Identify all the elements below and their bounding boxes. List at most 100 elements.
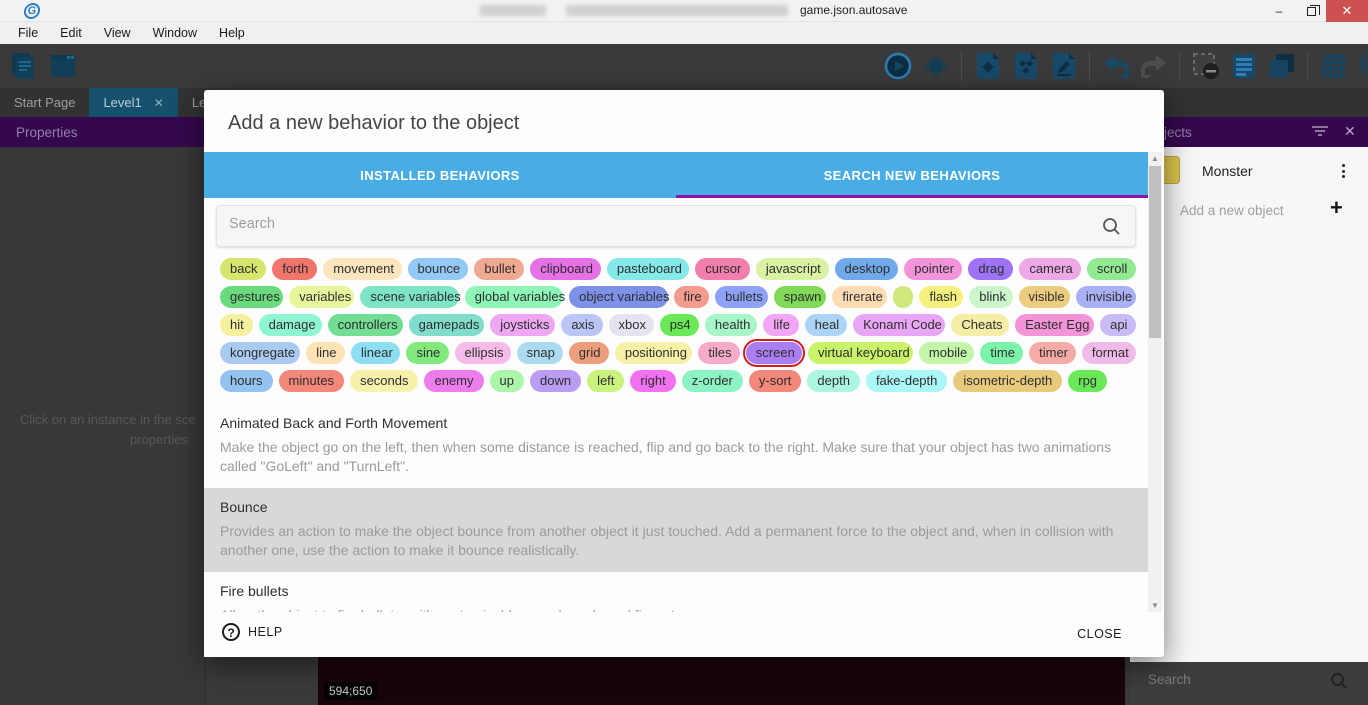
menu-file[interactable]: File (8, 24, 48, 42)
chip-joysticks[interactable]: joysticks (490, 314, 555, 336)
object-groups-editor-icon[interactable] (1010, 49, 1041, 82)
chip-bullet[interactable]: bullet (474, 258, 524, 280)
menu-edit[interactable]: Edit (50, 24, 92, 42)
chip-pasteboard[interactable]: pasteboard (607, 258, 689, 280)
menu-view[interactable]: View (94, 24, 141, 42)
behavior-item[interactable]: Animated Back and Forth MovementMake the… (204, 404, 1148, 488)
grid-icon[interactable] (1318, 49, 1349, 82)
object-list-item-monster[interactable]: Monster (1130, 152, 1368, 190)
tab-search-new-behaviors[interactable]: SEARCH NEW BEHAVIORS (676, 152, 1148, 198)
chip-controllers[interactable]: controllers (328, 314, 403, 336)
chip-grid[interactable]: grid (569, 342, 609, 364)
chip-axis[interactable]: axis (561, 314, 602, 336)
objects-search-input[interactable] (1148, 672, 1308, 687)
menu-help[interactable]: Help (209, 24, 255, 42)
chip-right[interactable]: right (630, 370, 675, 392)
instances-list-icon[interactable] (1228, 49, 1259, 82)
chip-flash[interactable]: flash (919, 286, 963, 308)
close-dialog-button[interactable]: CLOSE (1077, 627, 1122, 641)
chip-movement[interactable]: movement (323, 258, 401, 280)
chip-virtual-keyboard[interactable]: virtual keyboard (808, 342, 913, 364)
zoom-actual-icon[interactable]: 1:1 (1356, 49, 1368, 82)
chip-global-variables[interactable]: global variables (465, 286, 563, 308)
chip-left[interactable]: left (587, 370, 624, 392)
chip-pointer[interactable]: pointer (904, 258, 962, 280)
chip-bounce[interactable]: bounce (408, 258, 469, 280)
chip-back[interactable]: back (220, 258, 266, 280)
chip-mobile[interactable]: mobile (919, 342, 974, 364)
chip-visible[interactable]: visible (1019, 286, 1070, 308)
chip-ps4[interactable]: ps4 (660, 314, 699, 336)
behavior-list[interactable]: Animated Back and Forth MovementMake the… (204, 404, 1148, 612)
chip-fire[interactable]: fire (674, 286, 710, 308)
scrollbar-down-icon[interactable]: ▼ (1148, 599, 1162, 612)
chip-ellipsis[interactable]: ellipsis (455, 342, 511, 364)
add-new-object-row[interactable]: Add a new object + (1130, 195, 1368, 225)
debug-icon[interactable] (920, 49, 951, 82)
chip-down[interactable]: down (530, 370, 581, 392)
chip-minutes[interactable]: minutes (279, 370, 345, 392)
chip-api[interactable]: api (1100, 314, 1136, 336)
scrollbar-up-icon[interactable]: ▲ (1148, 152, 1162, 165)
chip-invisible[interactable]: invisible (1076, 286, 1136, 308)
objects-editor-icon[interactable] (972, 49, 1003, 82)
chip-spawn[interactable]: spawn (774, 286, 827, 308)
chip-snap[interactable]: snap (517, 342, 563, 364)
scene-properties-icon[interactable] (1048, 49, 1079, 82)
chip-linear[interactable]: linear (351, 342, 400, 364)
chip-format[interactable]: format (1082, 342, 1136, 364)
behavior-item[interactable]: Fire bulletsAllow the object to fire bul… (204, 572, 1148, 612)
restore-button[interactable] (1296, 0, 1326, 22)
chip-object-variables[interactable]: object variables (569, 286, 667, 308)
chip-screen[interactable]: screen (746, 342, 802, 364)
chip-forth[interactable]: forth (272, 258, 317, 280)
chip-fake-depth[interactable]: fake-depth (866, 370, 947, 392)
chip-sine[interactable]: sine (406, 342, 448, 364)
behavior-item[interactable]: BounceProvides an action to make the obj… (204, 488, 1148, 572)
chip-y-sort[interactable]: y-sort (749, 370, 802, 392)
chip-heal[interactable]: heal (805, 314, 848, 336)
tab-close-icon[interactable]: ✕ (154, 96, 164, 110)
chip-hours[interactable]: hours (220, 370, 273, 392)
kebab-menu-icon[interactable] (1336, 162, 1350, 181)
chip-scene-variables[interactable]: scene variables (360, 286, 458, 308)
chip-javascript[interactable]: javascript (756, 258, 829, 280)
delete-selection-icon[interactable] (1190, 49, 1221, 82)
help-button[interactable]: ? HELP (222, 623, 283, 641)
chip-drag[interactable]: drag (968, 258, 1013, 280)
chip-timer[interactable]: timer (1029, 342, 1076, 364)
chip-blank[interactable] (893, 286, 913, 308)
chip-desktop[interactable]: desktop (835, 258, 899, 280)
chip-line[interactable]: line (306, 342, 345, 364)
panel-close-icon[interactable]: ✕ (1344, 123, 1356, 140)
menu-window[interactable]: Window (143, 24, 207, 42)
play-preview-icon[interactable] (882, 49, 913, 82)
chip-z-order[interactable]: z-order (682, 370, 743, 392)
chip-kongregate[interactable]: kongregate (220, 342, 300, 364)
chip-damage[interactable]: damage (259, 314, 322, 336)
chip-bullets[interactable]: bullets (715, 286, 768, 308)
tab-installed-behaviors[interactable]: INSTALLED BEHAVIORS (204, 152, 676, 198)
chip-isometric-depth[interactable]: isometric-depth (953, 370, 1062, 392)
chip-clipboard[interactable]: clipboard (530, 258, 601, 280)
scrollbar-thumb[interactable] (1149, 166, 1161, 338)
close-window-button[interactable]: ✕ (1326, 0, 1368, 22)
chip-scroll[interactable]: scroll (1087, 258, 1136, 280)
chip-firerate[interactable]: firerate (832, 286, 887, 308)
chip-gestures[interactable]: gestures (220, 286, 283, 308)
chip-tiles[interactable]: tiles (698, 342, 739, 364)
chip-positioning[interactable]: positioning (615, 342, 693, 364)
chip-enemy[interactable]: enemy (424, 370, 483, 392)
chip-rpg[interactable]: rpg (1068, 370, 1107, 392)
chip-cursor[interactable]: cursor (695, 258, 750, 280)
tab-start-page[interactable]: Start Page (0, 88, 89, 117)
chip-health[interactable]: health (705, 314, 757, 336)
chip-camera[interactable]: camera (1019, 258, 1081, 280)
chip-seconds[interactable]: seconds (350, 370, 418, 392)
behavior-search-input[interactable] (229, 216, 1069, 232)
chip-up[interactable]: up (490, 370, 524, 392)
layers-icon[interactable] (1266, 49, 1297, 82)
chip-variables[interactable]: variables (289, 286, 354, 308)
chip-cheats[interactable]: Cheats (951, 314, 1009, 336)
minimize-button[interactable]: – (1262, 0, 1296, 22)
